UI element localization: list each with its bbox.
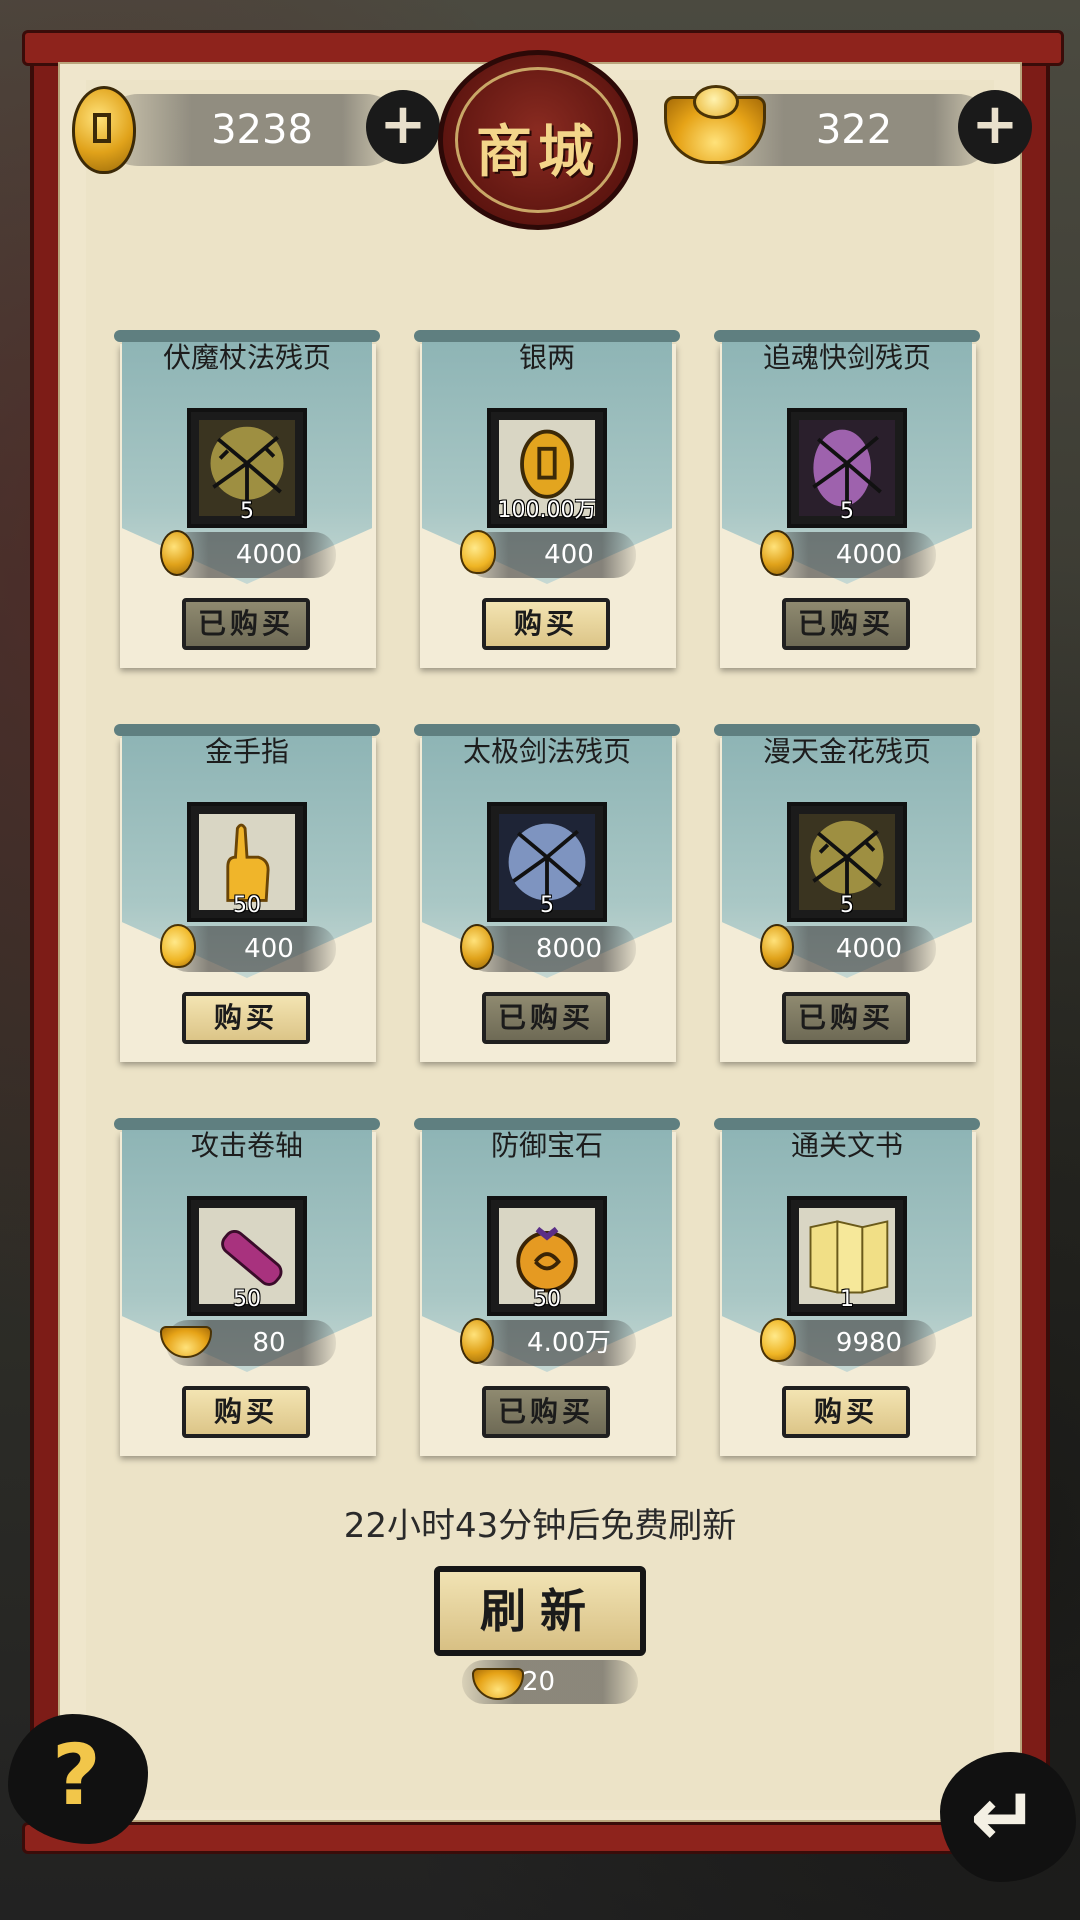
copper-coin-icon — [72, 86, 136, 174]
help-button[interactable]: ? — [8, 1714, 148, 1844]
item-name: 防御宝石 — [490, 1129, 603, 1162]
add-ingots-button[interactable]: + — [958, 90, 1032, 164]
shop-item-card: 太极剑法残页 5 8000 已购买 — [414, 724, 680, 1062]
page-title: 商城 — [476, 120, 600, 185]
item-quantity: 5 — [840, 893, 854, 918]
shop-item-card: 银两 100.00万 400 购买 — [414, 330, 680, 668]
buy-button[interactable]: 购买 — [782, 1386, 910, 1438]
item-price-value: 4000 — [235, 540, 303, 570]
item-name: 追魂快剑残页 — [762, 341, 931, 374]
item-price-value: 9980 — [835, 1328, 903, 1358]
item-quantity: 5 — [840, 499, 854, 524]
item-quantity: 50 — [533, 1287, 561, 1312]
item-name: 漫天金花残页 — [762, 735, 931, 768]
copper-coin-icon — [460, 924, 494, 970]
purchased-button: 已购买 — [182, 598, 310, 650]
item-price: 400 — [460, 530, 636, 578]
return-arrow-icon: ↵ — [970, 1770, 1039, 1865]
gold-ingot-icon — [472, 1660, 524, 1700]
gold-ingot-icon — [160, 1318, 212, 1364]
item-name: 通关文书 — [790, 1129, 903, 1162]
back-button[interactable]: ↵ — [940, 1752, 1076, 1882]
item-name: 银两 — [518, 341, 575, 374]
frame-bottom-beam — [22, 1822, 1064, 1854]
item-quantity: 5 — [240, 499, 254, 524]
item-icon-frame[interactable]: 5 — [187, 408, 307, 528]
item-icon-frame[interactable]: 50 — [187, 1196, 307, 1316]
purchased-button: 已购买 — [482, 1386, 610, 1438]
gold-gourd-icon — [760, 1318, 796, 1364]
buy-button[interactable]: 购买 — [182, 1386, 310, 1438]
item-price: 4000 — [160, 530, 336, 578]
question-mark-icon: ? — [52, 1726, 101, 1824]
refresh-button[interactable]: 刷新 — [434, 1566, 646, 1656]
copper-coin-icon — [760, 530, 794, 576]
copper-coin-icon — [160, 530, 194, 576]
ingot-balance: 322 + — [664, 82, 1036, 174]
item-name: 伏魔杖法残页 — [162, 341, 331, 374]
item-price-value: 4.00万 — [527, 1328, 611, 1358]
item-price: 4000 — [760, 530, 936, 578]
item-price-value: 80 — [252, 1328, 286, 1358]
buy-button[interactable]: 购买 — [482, 598, 610, 650]
item-icon-frame[interactable]: 50 — [487, 1196, 607, 1316]
refresh-cost: 20 — [462, 1660, 638, 1704]
gold-gourd-icon — [160, 924, 196, 970]
item-quantity: 1 — [840, 1287, 854, 1312]
shop-item-card: 追魂快剑残页 5 4000 已购买 — [714, 330, 980, 668]
item-icon-frame[interactable]: 100.00万 — [487, 408, 607, 528]
item-price-value: 8000 — [535, 934, 603, 964]
item-price: 4000 — [760, 924, 936, 972]
shop-item-card: 攻击卷轴 50 80 购买 — [114, 1118, 380, 1456]
item-icon-frame[interactable]: 50 — [187, 802, 307, 922]
shop-item-card: 通关文书 1 9980 购买 — [714, 1118, 980, 1456]
item-price: 80 — [160, 1320, 336, 1366]
purchased-button: 已购买 — [782, 598, 910, 650]
shop-item-card: 漫天金花残页 5 4000 已购买 — [714, 724, 980, 1062]
purchased-button: 已购买 — [482, 992, 610, 1044]
copper-coin-icon — [460, 1318, 494, 1364]
add-coins-button[interactable]: + — [366, 90, 440, 164]
item-icon-frame[interactable]: 1 — [787, 1196, 907, 1316]
refresh-timer-text: 22小时43分钟后免费刷新 — [343, 1506, 737, 1546]
item-quantity: 100.00万 — [497, 498, 597, 523]
ingot-balance-value: 322 — [815, 107, 893, 153]
item-price: 9980 — [760, 1318, 936, 1366]
shop-item-card: 金手指 50 400 购买 — [114, 724, 380, 1062]
item-price-value: 400 — [244, 934, 294, 964]
item-price: 400 — [160, 924, 336, 972]
item-quantity: 50 — [233, 893, 261, 918]
purchased-button: 已购买 — [782, 992, 910, 1044]
coin-balance: 3238 + — [72, 82, 444, 174]
copper-coin-icon — [760, 924, 794, 970]
item-price-value: 4000 — [835, 934, 903, 964]
item-quantity: 50 — [233, 1287, 261, 1312]
item-name: 金手指 — [204, 735, 289, 768]
gold-gourd-icon — [460, 530, 496, 576]
item-price-value: 400 — [544, 540, 594, 570]
item-price-value: 4000 — [835, 540, 903, 570]
item-icon-frame[interactable]: 5 — [787, 802, 907, 922]
refresh-cost-value: 20 — [522, 1667, 556, 1697]
item-quantity: 5 — [540, 893, 554, 918]
shop-item-card: 防御宝石 50 4.00万已购买 — [414, 1118, 680, 1456]
item-name: 攻击卷轴 — [190, 1129, 303, 1162]
coin-balance-value: 3238 — [211, 107, 313, 153]
item-icon-frame[interactable]: 5 — [787, 408, 907, 528]
item-icon-frame[interactable]: 5 — [487, 802, 607, 922]
item-price: 8000 — [460, 924, 636, 972]
buy-button[interactable]: 购买 — [182, 992, 310, 1044]
shop-item-card: 伏魔杖法残页 5 4000 已购买 — [114, 330, 380, 668]
item-name: 太极剑法残页 — [462, 735, 631, 768]
item-price: 4.00万 — [460, 1318, 636, 1366]
title-seal: 商城 — [438, 50, 638, 230]
